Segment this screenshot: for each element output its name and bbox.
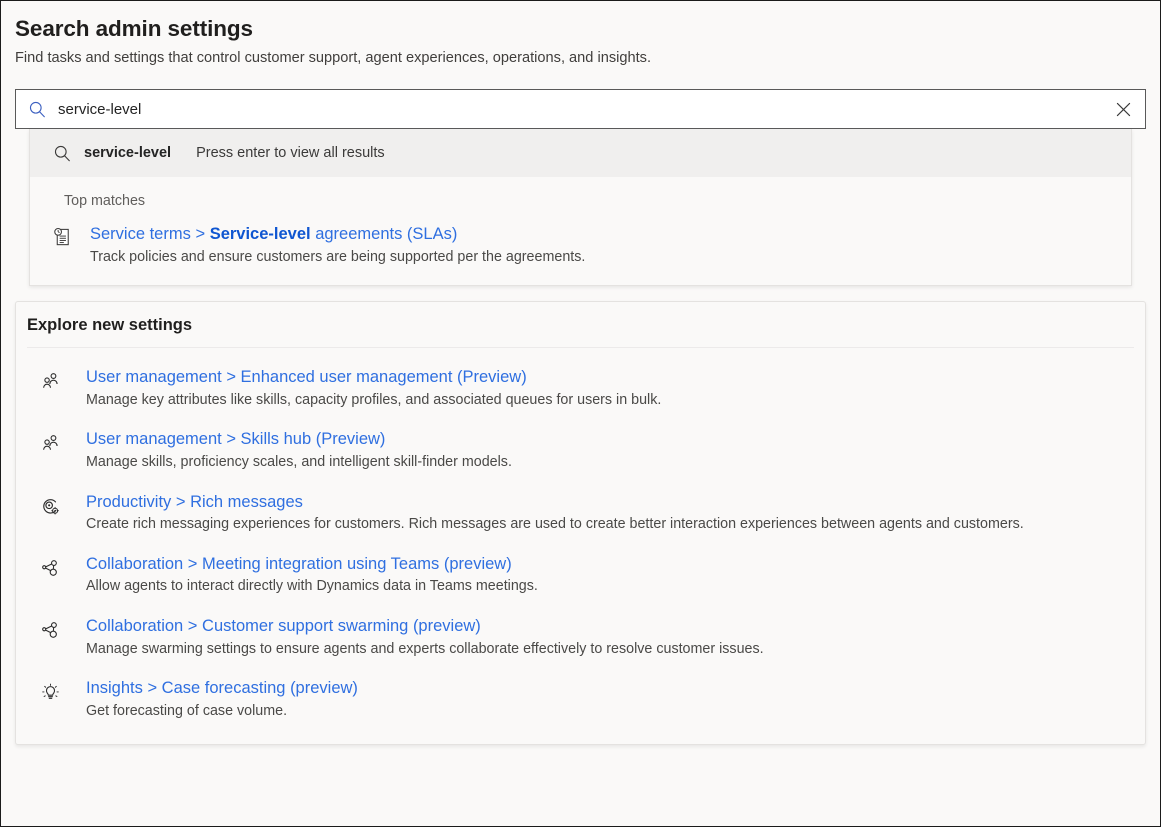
top-match-breadcrumb: Service terms — [90, 225, 191, 243]
explore-item-skills-hub[interactable]: User management > Skills hub (Preview) M… — [16, 419, 1145, 481]
top-match-highlight: Service-level — [210, 225, 311, 243]
lightbulb-icon — [40, 678, 86, 703]
search-area: service-level Press enter to view all re… — [15, 89, 1146, 286]
sla-document-icon — [52, 224, 90, 266]
explore-section-title: Explore new settings — [16, 302, 1145, 348]
explore-item-description: Create rich messaging experiences for cu… — [86, 515, 1145, 534]
explore-item-description: Manage skills, proficiency scales, and i… — [86, 453, 1145, 472]
share-network-icon — [40, 616, 86, 641]
people-icon — [40, 367, 86, 392]
share-network-icon — [40, 554, 86, 579]
explore-item-title: Collaboration > Meeting integration usin… — [86, 554, 1145, 575]
explore-item-customer-support-swarming[interactable]: Collaboration > Customer support swarmin… — [16, 606, 1145, 668]
explore-item-description: Manage swarming settings to ensure agent… — [86, 640, 1145, 659]
top-match-description: Track policies and ensure customers are … — [90, 248, 1131, 267]
explore-items-list: User management > Enhanced user manageme… — [16, 348, 1145, 744]
explore-item-title: User management > Skills hub (Preview) — [86, 429, 1145, 450]
search-icon — [40, 144, 84, 163]
explore-item-title: Insights > Case forecasting (preview) — [86, 678, 1145, 699]
explore-item-title: User management > Enhanced user manageme… — [86, 367, 1145, 388]
explore-item-enhanced-user-management[interactable]: User management > Enhanced user manageme… — [16, 357, 1145, 419]
explore-item-description: Get forecasting of case volume. — [86, 702, 1145, 721]
explore-item-title: Collaboration > Customer support swarmin… — [86, 616, 1145, 637]
top-match-result-item[interactable]: Service terms > Service-level agreements… — [30, 208, 1131, 284]
suggestion-term: service-level — [84, 145, 171, 161]
top-match-title-rest: agreements (SLAs) — [315, 225, 457, 243]
explore-item-meeting-integration-teams[interactable]: Collaboration > Meeting integration usin… — [16, 544, 1145, 606]
page-header: Search admin settings Find tasks and set… — [1, 1, 1160, 68]
close-icon[interactable] — [1101, 90, 1145, 128]
page-subtitle: Find tasks and settings that control cus… — [15, 49, 1146, 68]
suggestion-hint: Press enter to view all results — [196, 145, 385, 161]
top-match-title: Service terms > Service-level agreements… — [90, 224, 1131, 245]
search-box[interactable] — [15, 89, 1146, 129]
search-input[interactable] — [54, 90, 1101, 128]
search-admin-settings-page: Search admin settings Find tasks and set… — [1, 1, 1160, 826]
explore-item-description: Manage key attributes like skills, capac… — [86, 391, 1145, 410]
search-suggestions-panel: service-level Press enter to view all re… — [29, 129, 1132, 286]
explore-new-settings-card: Explore new settings User management > E… — [15, 301, 1146, 746]
explore-item-rich-messages[interactable]: Productivity > Rich messages Create rich… — [16, 482, 1145, 544]
top-match-body: Service terms > Service-level agreements… — [90, 224, 1131, 266]
page-title: Search admin settings — [15, 15, 1146, 43]
explore-item-title: Productivity > Rich messages — [86, 492, 1145, 513]
search-icon — [16, 100, 54, 119]
top-matches-label: Top matches — [30, 177, 1131, 208]
people-icon — [40, 429, 86, 454]
suggestion-row-all-results[interactable]: service-level Press enter to view all re… — [30, 129, 1131, 177]
explore-item-case-forecasting[interactable]: Insights > Case forecasting (preview) Ge… — [16, 668, 1145, 730]
breadcrumb-separator: > — [195, 225, 205, 243]
explore-item-description: Allow agents to interact directly with D… — [86, 577, 1145, 596]
target-settings-icon — [40, 492, 86, 517]
